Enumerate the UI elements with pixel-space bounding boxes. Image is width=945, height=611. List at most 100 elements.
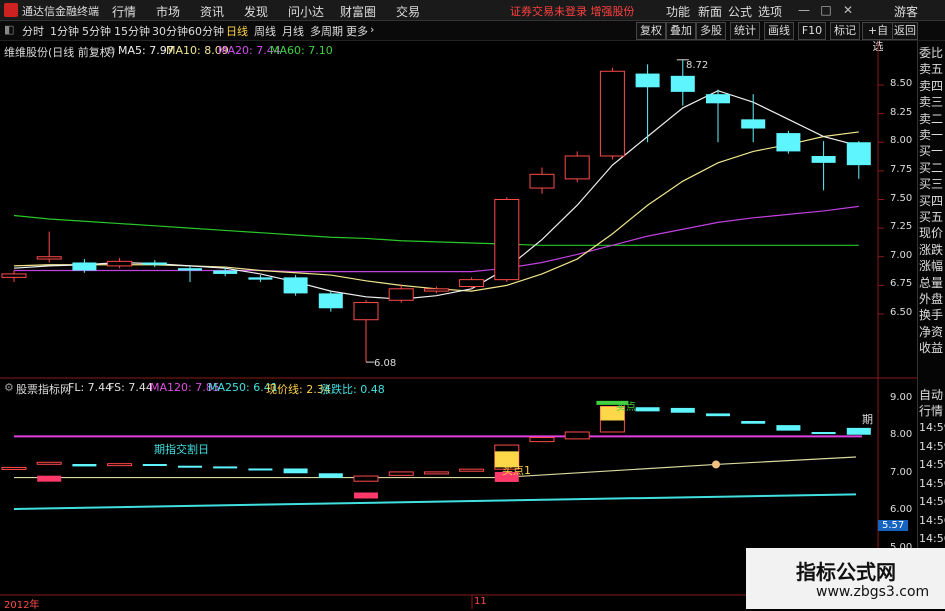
trade-time: 14:56 (919, 476, 945, 490)
stats-button[interactable]: 统计 (730, 22, 760, 40)
now-price-line (14, 456, 857, 479)
trade-time: 14:59 (919, 421, 945, 434)
settings-icon[interactable]: ⚙ (106, 44, 116, 57)
candle-body-down (248, 277, 273, 280)
quote-field-label[interactable]: 涨跌 (919, 241, 943, 258)
trade-time: 14:59 (919, 458, 945, 471)
menu-market2[interactable]: 市场 (156, 3, 180, 20)
trade-time: 14:59 (919, 439, 945, 453)
quote-field-label[interactable]: 外盘 (919, 290, 943, 307)
sub-bar-up (423, 471, 449, 475)
menu-trade[interactable]: 交易 (396, 3, 420, 20)
sub-settings-icon[interactable]: ⚙ (4, 381, 14, 394)
menu-market[interactable]: 行情 (112, 3, 136, 20)
overlay-button[interactable]: 叠加 (666, 22, 696, 40)
sub-bar-up (36, 461, 62, 465)
quote-field-label[interactable]: 买四 (919, 192, 943, 209)
low-price-label: 6.08 (374, 358, 397, 369)
quote-field-label[interactable]: 买一 (919, 142, 943, 159)
period-daily[interactable]: 日线 (226, 23, 248, 39)
quote-field-label[interactable]: 卖二 (919, 110, 943, 127)
sub-tick-label: 6.00 (890, 504, 913, 516)
period-monthly[interactable]: 月线 (282, 23, 304, 39)
period-5m[interactable]: 5分钟 (82, 23, 111, 39)
candle-body-up (459, 279, 485, 288)
menu-formula[interactable]: 公式 (728, 3, 752, 20)
menu-wealth[interactable]: 财富圈 (340, 3, 376, 20)
quote-field-label[interactable]: 卖五 (919, 60, 943, 77)
sub-bar-down (846, 427, 871, 435)
quote-field-label[interactable]: 换手 (919, 306, 943, 323)
period-30m[interactable]: 30分钟 (152, 23, 188, 39)
trade-time: 14:56 (919, 513, 945, 527)
menu-ask[interactable]: 问小达 (288, 3, 324, 20)
candle-body-down (283, 277, 308, 294)
quote-field-label[interactable]: 净资 (919, 323, 943, 340)
period-weekly[interactable]: 周线 (254, 23, 276, 39)
high-price-label: 8.72 (686, 60, 709, 71)
sub-bar-up (353, 475, 379, 482)
candle-body-down (213, 270, 238, 274)
legend-ma60: MA60: 7.10 (270, 44, 333, 57)
sub-bar-up (564, 431, 590, 440)
menu-discover[interactable]: 发现 (244, 3, 268, 20)
candlesticks (1, 59, 871, 363)
quote-field-label[interactable]: 卖四 (919, 77, 943, 94)
maximize-icon[interactable]: □ (818, 2, 834, 18)
price-tick-label: 6.75 (890, 278, 913, 290)
menu-function[interactable]: 功能 (666, 3, 690, 20)
close-icon[interactable]: ✕ (840, 2, 856, 18)
quote-field-label[interactable]: 现价 (919, 224, 943, 241)
side-tab[interactable]: 行情 (919, 402, 943, 419)
sub-legend-name[interactable]: 股票指标网 (16, 381, 71, 397)
quote-field-label[interactable]: 收益 (919, 339, 943, 356)
period-1m[interactable]: 1分钟 (50, 23, 79, 39)
restore-right-button[interactable]: 复权 (636, 22, 666, 40)
sub-bar-down (283, 468, 308, 474)
quote-field-label[interactable]: 委比 (919, 44, 943, 61)
menu-news[interactable]: 资讯 (200, 3, 224, 20)
candle-body-down (72, 262, 97, 271)
sub-bar-up (1, 466, 27, 470)
ma20-line (14, 205, 859, 273)
collapse-icon[interactable]: ◧ (4, 23, 14, 36)
quote-field-label[interactable]: 买五 (919, 208, 943, 225)
quote-field-label[interactable]: 总量 (919, 274, 943, 291)
main-legend-name[interactable]: 维维股份(日线 前复权) (4, 44, 115, 60)
price-tick-label: 7.25 (890, 221, 913, 233)
trade-login-warning[interactable]: 证券交易未登录 增强股份 (510, 3, 635, 19)
menu-new-page[interactable]: 新面 (698, 3, 722, 20)
legend-fs: FS: 7.44 (108, 381, 153, 394)
candle-body-down (846, 142, 871, 166)
back-button[interactable]: 返回 (892, 22, 918, 40)
quote-field-label[interactable]: 买二 (919, 159, 943, 176)
candle-body-down (178, 268, 202, 271)
add-favorite-button[interactable]: +自选 (862, 22, 894, 53)
multi-stock-button[interactable]: 多股 (696, 22, 726, 40)
period-more[interactable]: 更多 (346, 23, 368, 39)
quote-field-label[interactable]: 卖三 (919, 93, 943, 110)
chart-canvas[interactable] (0, 41, 917, 609)
candle-body-down (670, 75, 695, 92)
minimize-icon[interactable]: — (796, 2, 812, 18)
quote-field-label[interactable]: 涨幅 (919, 257, 943, 274)
user-guest[interactable]: 游客 (894, 3, 918, 20)
quote-field-label[interactable]: 买三 (919, 175, 943, 192)
sub-bar-down (776, 425, 801, 431)
menu-options[interactable]: 选项 (758, 3, 782, 20)
chevron-right-icon[interactable]: › (370, 23, 374, 36)
period-60m[interactable]: 60分钟 (188, 23, 224, 39)
quote-field-label[interactable]: 卖一 (919, 126, 943, 143)
period-15m[interactable]: 15分钟 (114, 23, 150, 39)
f10-button[interactable]: F10 (798, 22, 826, 40)
period-multi[interactable]: 多周期 (310, 23, 343, 39)
draw-line-button[interactable]: 画线 (764, 22, 794, 40)
current-value-marker: 5.57 (878, 520, 909, 532)
period-tick[interactable]: 分时 (22, 23, 44, 39)
sub-red-bar (37, 475, 62, 482)
mark-button[interactable]: 标记 (830, 22, 860, 40)
side-tab[interactable]: 自动 (919, 386, 943, 403)
ma-lines (13, 90, 859, 300)
watermark-title: 指标公式网 (796, 560, 896, 584)
sub-bar-down (741, 420, 766, 424)
